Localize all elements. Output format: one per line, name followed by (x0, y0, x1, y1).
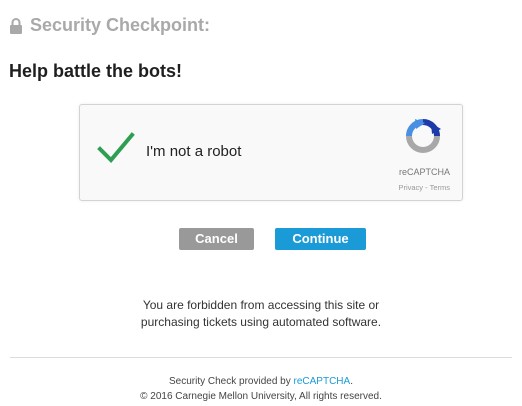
footer-period: . (350, 376, 353, 387)
recaptcha-brand-label: reCAPTCHA (398, 167, 450, 177)
notice-line-2: purchasing tickets using automated softw… (140, 315, 382, 329)
checkmark-icon[interactable] (97, 131, 135, 165)
footer-provided-by-text: Security Check provided by (169, 376, 294, 387)
privacy-terms-links: Privacy - Terms (398, 183, 450, 192)
recaptcha-footer-link[interactable]: reCAPTCHA (294, 376, 351, 387)
continue-button[interactable]: Continue (275, 228, 366, 250)
page-header: Security Checkpoint: (9, 15, 210, 36)
lock-icon (9, 17, 23, 34)
recaptcha-logo-icon (405, 119, 441, 153)
bot-warning-notice: You are forbidden from accessing this si… (61, 297, 461, 331)
page-footer: Security Check provided by reCAPTCHA. © … (61, 374, 461, 404)
notice-line-1: You are forbidden from accessing this si… (142, 298, 380, 312)
footer-divider (10, 357, 512, 358)
page-subtitle: Help battle the bots! (9, 61, 183, 81)
footer-line-1: Security Check provided by reCAPTCHA. (61, 374, 461, 389)
recaptcha-widget: I'm not a robot reCAPTCHA Privacy - Term… (79, 104, 463, 201)
not-a-robot-label[interactable]: I'm not a robot (146, 143, 241, 160)
page-title: Security Checkpoint: (30, 15, 211, 35)
privacy-link[interactable]: Privacy (398, 183, 423, 192)
cancel-button[interactable]: Cancel (179, 228, 254, 250)
terms-link[interactable]: Terms (430, 183, 450, 192)
copyright-text: © 2016 Carnegie Mellon University, All r… (140, 391, 382, 402)
